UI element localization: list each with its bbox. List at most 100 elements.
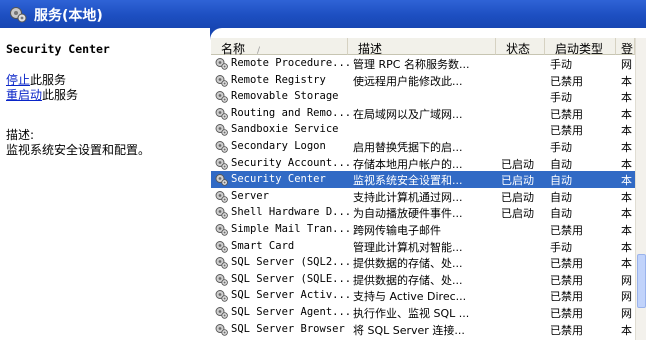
service-startup-cell: 自动 (550, 190, 572, 204)
column-header-description[interactable]: 描述 (348, 38, 496, 56)
service-gear-icon (215, 57, 228, 70)
table-row[interactable]: SQL Server Browser 将 SQL Server 连接... 已禁用 本 (211, 321, 635, 338)
column-logon-label: 登 (621, 42, 634, 56)
service-name-cell: SQL Server Browser (231, 322, 345, 335)
service-logon-cell: 网 (621, 307, 632, 320)
service-logon-cell: 本 (621, 157, 632, 171)
service-startup-cell: 已禁用 (550, 224, 583, 237)
table-row[interactable]: Secondary Logon 启用替换凭据下的启... 手动 本 (211, 138, 635, 155)
title-bar: 服务(本地) (0, 0, 646, 28)
service-gear-icon (215, 157, 228, 170)
service-name-cell: Security Account... (231, 156, 349, 169)
service-description-cell: 支持与 Active Direc... (353, 290, 467, 304)
service-description-cell: 使远程用户能修改此... (353, 74, 463, 88)
vertical-scrollbar[interactable] (635, 38, 646, 340)
table-row[interactable]: Routing and Remo... 在局域网以及广域网... 已禁用 本 (211, 105, 635, 122)
service-name-cell: Removable Storage (231, 90, 339, 103)
service-name-cell: SQL Server (SQLE... (231, 272, 349, 285)
service-startup-cell: 已禁用 (550, 257, 583, 271)
service-status-cell: 已启动 (501, 207, 534, 221)
service-name-cell: Remote Procedure... (231, 57, 349, 69)
service-gear-icon (215, 107, 228, 120)
service-name-cell: SQL Server (SQL2... (231, 256, 349, 269)
service-logon-cell: 本 (621, 190, 632, 204)
service-description-cell: 存储本地用户帐户的... (353, 157, 463, 171)
table-row[interactable]: Server 支持此计算机通过网... 已启动 自动 本 (211, 188, 635, 205)
service-name-cell: Secondary Logon (231, 140, 326, 152)
service-startup-cell: 自动 (550, 207, 572, 221)
service-logon-cell: 网 (621, 290, 632, 304)
service-gear-icon (215, 256, 228, 269)
service-gear-icon (215, 123, 228, 137)
service-description-cell: 提供数据的存储、处... (353, 273, 463, 287)
table-row[interactable]: Security Center 监视系统安全设置和... 已启动 自动 本 (211, 171, 635, 188)
restart-service-link[interactable]: 重启动 (6, 88, 42, 102)
service-startup-cell: 自动 (550, 157, 572, 171)
table-row[interactable]: SQL Server (SQLE... 提供数据的存储、处... 已禁用 网 (211, 271, 635, 288)
service-startup-cell: 已禁用 (550, 290, 583, 304)
table-row[interactable]: SQL Server (SQL2... 提供数据的存储、处... 已禁用 本 (211, 254, 635, 271)
table-row[interactable]: Remote Procedure... 管理 RPC 名称服务数... 手动 网 (211, 55, 635, 72)
service-name-cell: Security Center (231, 173, 326, 186)
service-logon-cell: 网 (621, 273, 632, 287)
table-row[interactable]: Security Account... 存储本地用户帐户的... 已启动 自动 本 (211, 155, 635, 172)
column-header-status[interactable]: 状态 (496, 38, 545, 56)
restart-service-suffix: 此服务 (42, 88, 79, 102)
service-logon-cell: 本 (621, 107, 632, 121)
service-gear-icon (215, 306, 228, 319)
service-status-cell: 已启动 (501, 174, 534, 188)
service-logon-cell: 本 (621, 224, 632, 237)
service-description-cell: 为自动播放硬件事件... (353, 207, 463, 221)
service-logon-cell: 本 (621, 124, 632, 138)
service-name-cell: Simple Mail Tran... (231, 223, 349, 235)
table-row[interactable]: Shell Hardware D... 为自动播放硬件事件... 已启动 自动 本 (211, 204, 635, 221)
service-status-cell: 已启动 (501, 190, 534, 204)
table-row[interactable]: Removable Storage 手动 本 (211, 88, 635, 105)
service-name-cell: Sandboxie Service (231, 123, 339, 136)
service-name-cell: Server (231, 189, 269, 202)
column-header-name[interactable]: 名称 / (211, 38, 348, 56)
service-logon-cell: 本 (621, 174, 632, 188)
column-description-label: 描述 (358, 42, 383, 56)
service-gear-icon (215, 173, 228, 186)
table-row[interactable]: Sandboxie Service 已禁用 本 (211, 121, 635, 138)
service-description-cell: 执行作业、监视 SQL ... (353, 307, 470, 320)
table-row[interactable]: SQL Server Activ... 支持与 Active Direc... 已禁… (211, 287, 635, 304)
service-gear-icon (215, 206, 228, 220)
table-row[interactable]: Remote Registry 使远程用户能修改此... 已禁用 本 (211, 72, 635, 89)
service-startup-cell: 已禁用 (550, 107, 583, 121)
service-logon-cell: 本 (621, 257, 632, 271)
service-logon-cell: 本 (621, 323, 632, 337)
table-row[interactable]: Simple Mail Tran... 跨网传输电子邮件 已禁用 本 (211, 221, 635, 238)
service-name-cell: Shell Hardware D... (231, 206, 349, 219)
service-startup-cell: 已禁用 (550, 323, 583, 337)
scrollbar-thumb[interactable] (637, 254, 646, 308)
service-gear-icon (215, 223, 228, 236)
table-row[interactable]: SQL Server Agent... 执行作业、监视 SQL ... 已禁用 网 (211, 304, 635, 321)
column-header-startup-type[interactable]: 启动类型 (545, 38, 616, 56)
service-logon-cell: 本 (621, 240, 632, 254)
service-logon-cell: 本 (621, 141, 632, 154)
service-gear-icon (215, 90, 228, 103)
service-logon-cell: 本 (621, 74, 632, 88)
service-startup-cell: 已禁用 (550, 273, 583, 287)
service-startup-cell: 手动 (550, 240, 572, 254)
restart-service-action: 重启动此服务 (6, 86, 78, 103)
services-list: 名称 / 描述 状态 启动类型 登 Remote Procedure... 管理 R… (211, 38, 635, 340)
table-row[interactable]: Smart Card 管理此计算机对智能... 手动 本 (211, 238, 635, 255)
service-description-cell: 管理 RPC 名称服务数... (353, 58, 470, 71)
column-header-logon[interactable]: 登 (616, 38, 635, 56)
service-description-cell: 在局域网以及广域网... (353, 107, 463, 121)
service-name-cell: Remote Registry (231, 73, 326, 86)
service-description-cell: 监视系统安全设置和... (353, 174, 463, 188)
service-name-cell: SQL Server Agent... (231, 306, 349, 318)
service-startup-cell: 手动 (550, 141, 572, 154)
column-status-label: 状态 (506, 42, 531, 56)
service-gear-icon (215, 190, 228, 203)
column-startup-label: 启动类型 (555, 42, 604, 56)
service-startup-cell: 已禁用 (550, 307, 583, 320)
service-startup-cell: 手动 (550, 58, 572, 71)
stop-service-link[interactable]: 停止 (6, 73, 30, 87)
service-description-cell: 提供数据的存储、处... (353, 257, 463, 271)
service-description-cell: 将 SQL Server 连接... (353, 323, 465, 337)
